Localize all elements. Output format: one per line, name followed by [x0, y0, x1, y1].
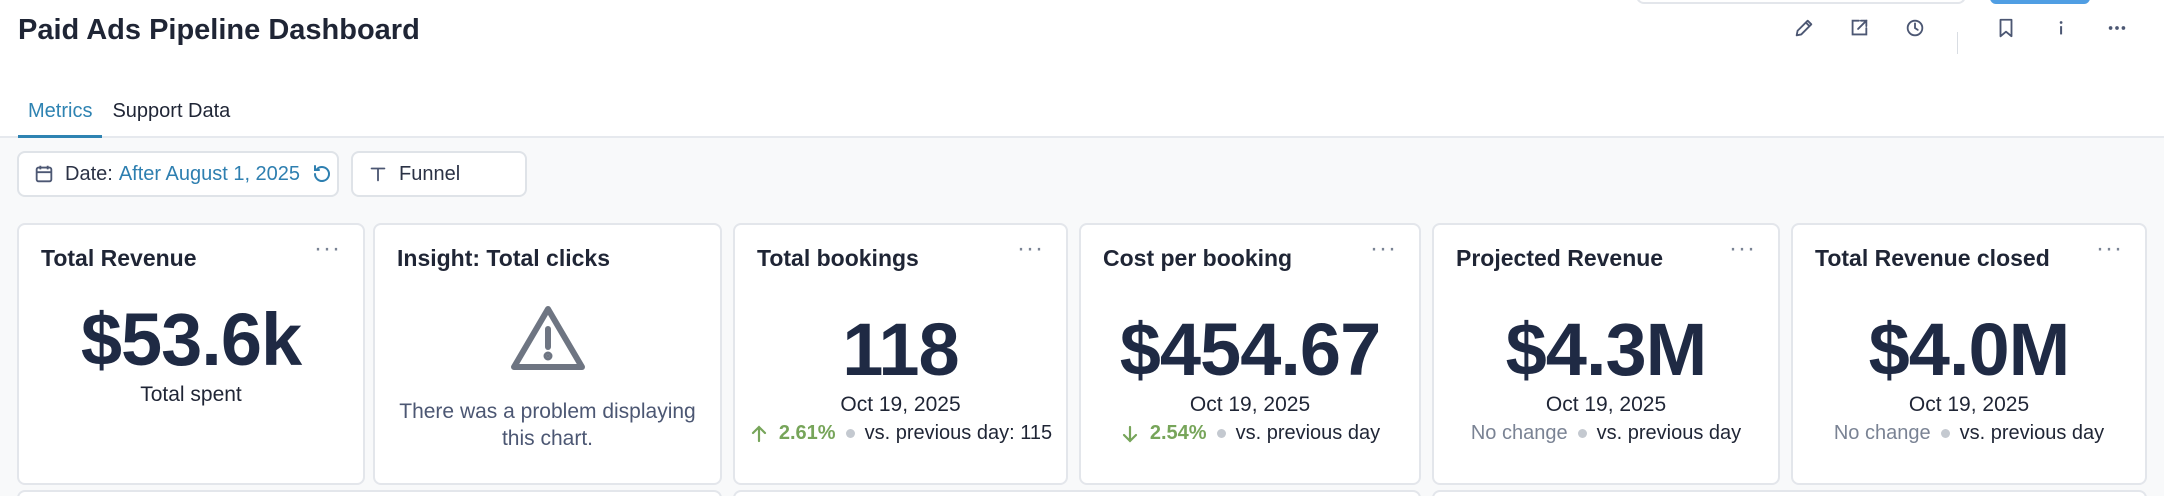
- tab-metrics[interactable]: Metrics: [18, 96, 103, 138]
- warning-icon: [375, 303, 720, 373]
- card-menu-button[interactable]: ···: [1017, 237, 1044, 261]
- calendar-icon: [33, 163, 55, 185]
- card-menu-button[interactable]: ···: [1370, 237, 1397, 261]
- error-message: There was a problem displaying this char…: [399, 400, 696, 450]
- metric-date: Oct 19, 2025: [1908, 393, 2030, 416]
- metric-value: $454.67: [1119, 308, 1382, 391]
- share-icon[interactable]: [1843, 12, 1875, 44]
- metric-date: Oct 19, 2025: [1189, 393, 1311, 416]
- separator-dot: [1577, 429, 1587, 438]
- separator-dot: [845, 429, 855, 438]
- separator-dot: [1940, 429, 1950, 438]
- pencil-icon[interactable]: [1788, 12, 1820, 44]
- comparison-text: vs. previous day: [1596, 422, 1742, 444]
- comparison-row: 2.61% vs. previous day: 115: [735, 422, 1066, 445]
- dashboard-tabs: Metrics Support Data: [18, 96, 240, 138]
- comparison-text: vs. previous day: [1959, 422, 2105, 444]
- card-menu-button[interactable]: ···: [2096, 237, 2123, 261]
- clock-icon[interactable]: [1899, 12, 1931, 44]
- dashboard-header: Paid Ads Pipeline Dashboard Metrics Supp…: [0, 0, 2164, 138]
- comparison-row: No change vs. previous day: [1793, 422, 2145, 445]
- card-title: Total Revenue closed: [1815, 245, 2050, 271]
- card-title: Total bookings: [757, 245, 919, 271]
- change-percent: 2.54%: [1149, 422, 1207, 444]
- reset-icon[interactable]: [310, 162, 334, 186]
- change-status: No change: [1470, 422, 1568, 444]
- comparison-text: vs. previous day: 115: [864, 422, 1053, 444]
- funnel-filter[interactable]: Funnel: [351, 151, 527, 197]
- card-insight-total-clicks: Insight: Total clicks There was a proble…: [373, 223, 722, 485]
- metric-caption: Total spent: [140, 383, 242, 406]
- card-total-revenue: Total Revenue ··· $53.6k Total spent: [17, 223, 365, 485]
- metric-date: Oct 19, 2025: [840, 393, 961, 416]
- tab-support-data[interactable]: Support Data: [102, 96, 240, 138]
- toolbar-divider: [1957, 32, 1958, 54]
- more-icon[interactable]: [2101, 12, 2133, 44]
- change-percent: 2.61%: [778, 422, 836, 444]
- card-menu-button[interactable]: ···: [314, 237, 341, 261]
- card-projected-revenue: Projected Revenue ··· $4.3M Oct 19, 2025…: [1432, 223, 1780, 485]
- card-total-bookings: Total bookings ··· 118 Oct 19, 2025 2.61…: [733, 223, 1068, 485]
- metric-date: Oct 19, 2025: [1545, 393, 1667, 416]
- arrow-up-icon: [749, 424, 769, 444]
- primary-action-button[interactable]: [1990, 0, 2090, 4]
- card-total-revenue-closed: Total Revenue closed ··· $4.0M Oct 19, 2…: [1791, 223, 2147, 485]
- text-type-icon: [367, 163, 389, 185]
- card-next-row: [1432, 490, 2147, 496]
- change-status: No change: [1833, 422, 1931, 444]
- comparison-row: 2.54% vs. previous day: [1081, 422, 1419, 445]
- card-title: Total Revenue: [41, 245, 197, 271]
- card-cost-per-booking: Cost per booking ··· $454.67 Oct 19, 202…: [1079, 223, 1421, 485]
- page-title: Paid Ads Pipeline Dashboard: [18, 14, 420, 46]
- card-menu-button[interactable]: ···: [1729, 237, 1756, 261]
- metric-value: $4.3M: [1505, 308, 1708, 391]
- comparison-text: vs. previous day: [1235, 422, 1381, 444]
- card-next-row: [733, 490, 1421, 496]
- funnel-filter-label: Funnel: [399, 162, 461, 185]
- metric-value: $53.6k: [80, 298, 302, 381]
- arrow-down-icon: [1120, 424, 1140, 444]
- card-next-row: [17, 490, 722, 496]
- date-filter[interactable]: Date: After August 1, 2025: [17, 151, 339, 197]
- bookmark-icon[interactable]: [1990, 12, 2022, 44]
- card-title: Insight: Total clicks: [397, 245, 610, 271]
- filter-bar: Date: After August 1, 2025 Funnel: [17, 151, 527, 197]
- search-input[interactable]: [1636, 0, 1966, 4]
- card-title: Cost per booking: [1103, 245, 1293, 271]
- metric-value: 118: [842, 308, 959, 391]
- date-filter-label: Date:: [65, 162, 113, 185]
- comparison-row: No change vs. previous day: [1434, 422, 1778, 445]
- separator-dot: [1216, 429, 1226, 438]
- info-icon[interactable]: [2045, 12, 2077, 44]
- date-filter-value: After August 1, 2025: [118, 162, 301, 185]
- metric-value: $4.0M: [1868, 308, 2071, 391]
- card-title: Projected Revenue: [1456, 245, 1664, 271]
